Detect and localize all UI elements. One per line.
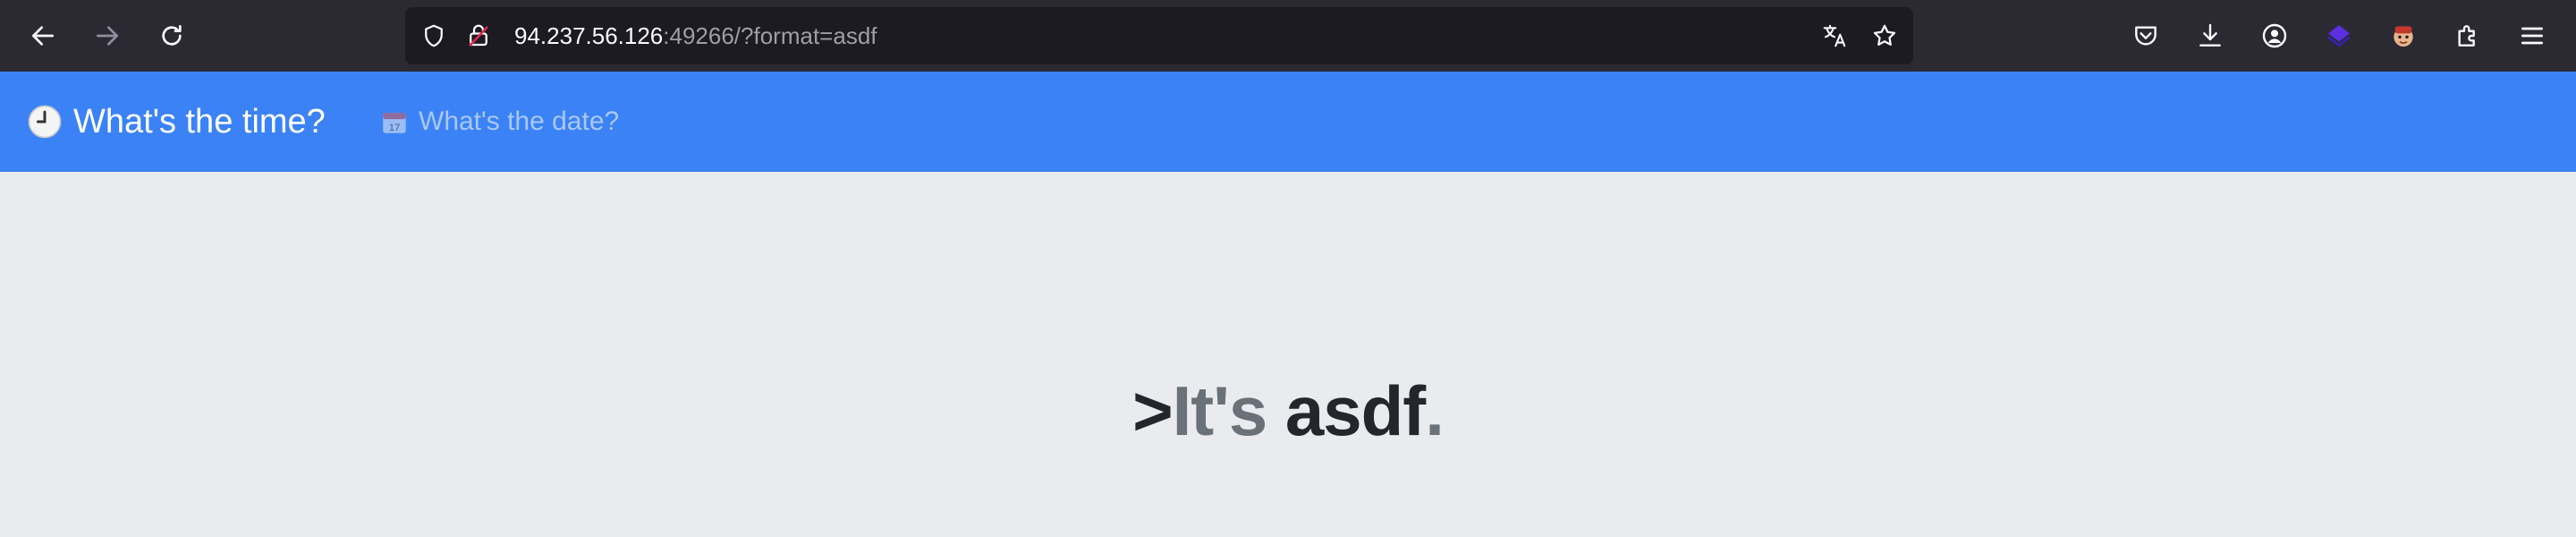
url-bar[interactable]: 94.237.56.126:49266/?format=asdf [405,7,1913,64]
headline-prefix: > [1132,371,1174,450]
shield-icon[interactable] [416,18,452,54]
back-button[interactable] [21,14,64,57]
time-headline: >It's asdf. [0,371,2576,452]
nav-link-date[interactable]: 17 What's the date? [379,72,619,172]
main-content: >It's asdf. [0,172,2576,537]
downloads-button[interactable] [2189,14,2232,57]
headline-its: It's [1172,371,1268,450]
url-host: 94.237.56.126 [514,22,664,49]
back-icon [32,26,54,46]
account-icon [2262,23,2287,48]
extensions-button[interactable] [2446,14,2489,57]
pocket-button[interactable] [2124,14,2167,57]
nav-link-date-label: What's the date? [419,107,620,136]
headline-suffix: . [1425,371,1445,450]
svg-text:17: 17 [389,123,401,133]
url-text[interactable]: 94.237.56.126:49266/?format=asdf [514,7,877,64]
calendar-icon: 17 [379,107,410,137]
menu-icon [2521,27,2543,45]
forward-button[interactable] [86,14,129,57]
menu-button[interactable] [2511,14,2554,57]
url-path: :49266/?format=asdf [663,22,877,49]
headline-value: asdf [1284,371,1426,450]
extensions-puzzle-icon [2458,25,2475,47]
account-button[interactable] [2253,14,2296,57]
clock-icon [27,104,63,140]
reload-icon [162,25,182,46]
pocket-icon [2135,26,2157,46]
brand-label: What's the time? [73,102,326,141]
bookmark-star-icon[interactable] [1867,18,1902,54]
translate-icon[interactable] [1817,18,1852,54]
forward-icon [97,26,118,46]
insecure-lock-icon[interactable] [461,18,496,54]
app-navbar: What's the time? 17 What's the date? [0,72,2576,172]
reload-button[interactable] [150,14,193,57]
avatar-extension-icon [2394,26,2413,47]
brand-link[interactable]: What's the time? [27,72,326,172]
browser-toolbar: 94.237.56.126:49266/?format=asdf [0,0,2576,72]
extension-purple-icon [2327,25,2351,47]
download-icon [2199,23,2221,47]
extension-purple-button[interactable] [2318,14,2360,57]
avatar-extension-button[interactable] [2382,14,2425,57]
